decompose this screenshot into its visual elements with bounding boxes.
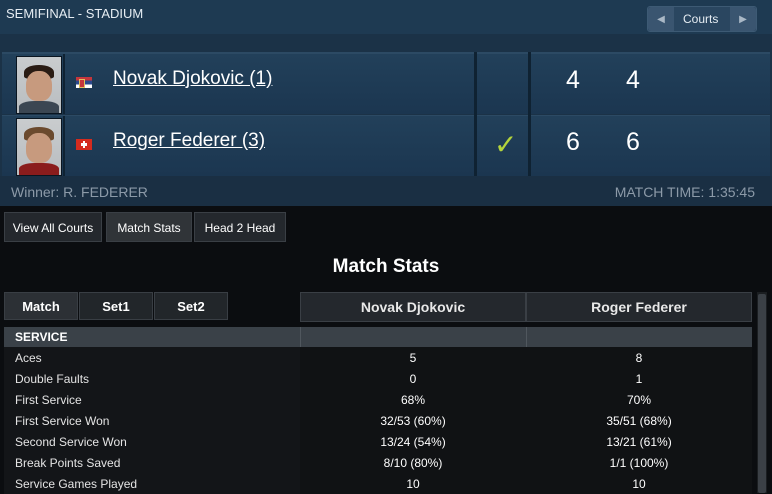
main-tabs: View All Courts Match Stats Head 2 Head — [4, 212, 286, 242]
tab-match-stats[interactable]: Match Stats — [106, 212, 192, 242]
winner-check-icon: ✓ — [494, 129, 518, 160]
set-score: 4 — [626, 66, 640, 94]
set-tabs: Match Set1 Set2 — [4, 292, 228, 320]
match-time: MATCH TIME: 1:35:45 — [614, 184, 755, 200]
tab-view-all-courts[interactable]: View All Courts — [4, 212, 102, 242]
player-photo — [16, 118, 62, 176]
stat-value-player2: 35/51 (68%) — [606, 414, 672, 428]
section-label: SERVICE — [15, 330, 68, 344]
table-row: Break Points Saved 8/10 (80%) 1/1 (100%) — [4, 452, 752, 473]
stat-value-player2: 1/1 (100%) — [609, 456, 669, 470]
stat-value-player1: 13/24 (54%) — [380, 435, 446, 449]
chevron-left-icon: ◀ — [657, 13, 665, 25]
player-row: Novak Djokovic (1) 4 4 — [2, 54, 770, 114]
round-title: SEMIFINAL - STADIUM — [6, 6, 144, 21]
round-header: SEMIFINAL - STADIUM ◀ Courts ▶ — [0, 0, 772, 34]
player-name-link[interactable]: Novak Djokovic (1) — [113, 68, 272, 90]
player-name-link[interactable]: Roger Federer (3) — [113, 130, 265, 152]
courts-label: Courts — [683, 12, 719, 26]
chevron-right-icon: ▶ — [739, 13, 747, 25]
tab-set1[interactable]: Set1 — [79, 292, 153, 320]
column-header-player2: Roger Federer — [526, 292, 752, 322]
stat-label: First Service — [15, 393, 82, 407]
stat-value-player1: 10 — [406, 477, 420, 491]
switzerland-flag-icon — [76, 139, 92, 150]
stat-label: Double Faults — [15, 372, 90, 386]
set-score: 4 — [566, 66, 580, 94]
stat-value-player1: 32/53 (60%) — [380, 414, 446, 428]
stat-value-player1: 68% — [400, 393, 426, 407]
tab-set2[interactable]: Set2 — [154, 292, 228, 320]
stat-label: Service Games Played — [15, 477, 138, 491]
next-court-button[interactable]: ▶ — [730, 7, 756, 31]
stat-value-player1: 0 — [409, 372, 417, 386]
set-score: 6 — [626, 128, 640, 156]
scroll-thumb[interactable] — [758, 294, 766, 493]
table-row: First Service Won 32/53 (60%) 35/51 (68%) — [4, 410, 752, 431]
stat-label: Break Points Saved — [15, 456, 121, 470]
player-row: Roger Federer (3) ✓ 6 6 — [2, 115, 770, 176]
scrollbar[interactable] — [757, 292, 767, 493]
prev-court-button[interactable]: ◀ — [648, 7, 674, 31]
stat-value-player1: 8/10 (80%) — [383, 456, 443, 470]
stat-value-player2: 1 — [635, 372, 643, 386]
player-photo — [16, 56, 62, 114]
stat-value-player2: 70% — [626, 393, 652, 407]
winner-text: Winner: R. FEDERER — [11, 184, 148, 200]
tab-head-2-head[interactable]: Head 2 Head — [194, 212, 286, 242]
table-row: Aces 5 8 — [4, 347, 752, 368]
table-row: Double Faults 0 1 — [4, 368, 752, 389]
stat-label: Second Service Won — [15, 435, 127, 449]
table-row: First Service 68% 70% — [4, 389, 752, 410]
set-score: 6 — [566, 128, 580, 156]
tab-match[interactable]: Match — [4, 292, 78, 320]
stat-value-player1: 5 — [409, 351, 417, 365]
courts-nav: ◀ Courts ▶ — [647, 6, 757, 32]
player-rows: Novak Djokovic (1) 4 4 Roger Federer (3)… — [2, 52, 770, 180]
table-row: Second Service Won 13/24 (54%) 13/21 (61%) — [4, 431, 752, 452]
table-row: Service Games Played 10 10 — [4, 473, 752, 494]
result-bar: Winner: R. FEDERER MATCH TIME: 1:35:45 — [0, 176, 772, 206]
stat-value-player2: 13/21 (61%) — [606, 435, 672, 449]
stat-value-player2: 8 — [635, 351, 643, 365]
stat-value-player2: 10 — [632, 477, 646, 491]
column-header-player1: Novak Djokovic — [300, 292, 526, 322]
score-panel: SEMIFINAL - STADIUM ◀ Courts ▶ Novak Djo… — [0, 0, 772, 206]
stat-label: Aces — [15, 351, 42, 365]
stat-label: First Service Won — [15, 414, 110, 428]
section-header: SERVICE — [4, 327, 752, 347]
serbia-flag-icon — [76, 77, 92, 88]
stats-title: Match Stats — [332, 256, 440, 277]
